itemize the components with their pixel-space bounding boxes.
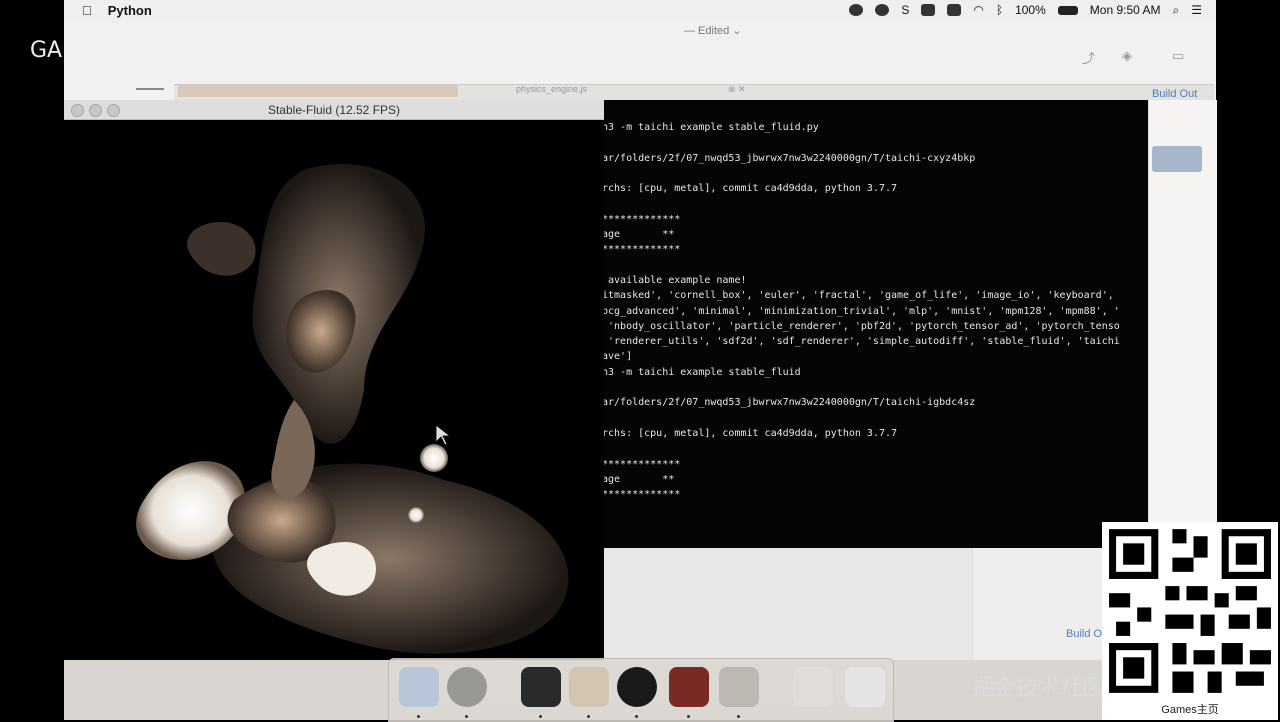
apple-menu-icon[interactable]:  [82,3,92,18]
qr-caption: Games主页 [1102,700,1278,720]
s-status-icon[interactable]: S [901,3,909,17]
running-indicator [417,715,420,718]
layout-icon[interactable]: ▭ [1172,48,1184,64]
terminal-line: ************* [602,489,681,501]
terminal-line: ar/folders/2f/07_nwqd53_jbwrwx7nw3w22400… [602,397,976,409]
app-menu-name[interactable]: Python [108,3,152,18]
terminal-line: ************* [602,244,681,256]
terminal-line: ************* [602,458,681,470]
terminal-icon[interactable] [521,667,561,707]
acrobat-icon[interactable] [669,667,709,707]
build-out-label-bottom[interactable]: Build O [1066,628,1102,640]
terminal-line: age ** [602,473,675,485]
camera-icon[interactable] [921,4,936,16]
left-black-margin [0,0,64,720]
terminal-line: ar/folders/2f/07_nwqd53_jbwrwx7nw3w22400… [602,152,976,164]
running-indicator [465,715,468,718]
cloud-status-icon[interactable] [875,4,890,16]
terminal-line: 'renderer_utils', 'sdf2d', 'sdf_renderer… [602,336,1120,348]
wifi-icon[interactable]: ◠ [973,3,983,17]
run-icon[interactable]: ◈ [1122,48,1132,64]
trash-icon[interactable] [845,667,885,707]
share-icon[interactable]: ⤴ [1082,48,1095,67]
fluid-glow-spot [420,444,448,472]
terminal-line: pcg_advanced', 'minimal', 'minimization_… [602,305,1120,317]
qr-code-image [1102,522,1278,700]
terminal-window[interactable]: n3 -m taichi example stable_fluid.py ar/… [596,100,1148,548]
terminal-line: rchs: [cpu, metal], commit ca4d9dda, pyt… [602,427,898,439]
running-indicator [635,715,638,718]
editor-window: — Edited ⌄ ⤴ ◈ ▭ physics_engine.js ⊗ ✕ [64,20,1216,101]
menubar:  Python S ◠ ᛒ 100% Mon 9:50 AM ⌕ ☰ [64,0,1216,21]
terminal-line: rchs: [cpu, metal], commit ca4d9dda, pyt… [602,183,898,195]
menubar-clock[interactable]: Mon 9:50 AM [1090,3,1161,17]
rocket-icon[interactable] [719,667,759,707]
terminal-line: 'nbody_oscillator', 'particle_renderer',… [602,320,1120,332]
tab-close-icon[interactable]: ⊗ ✕ [728,84,746,95]
terminal-line: ave'] [602,351,633,363]
terminal-line: itmasked', 'cornell_box', 'euler', 'frac… [602,290,1114,302]
overlay-label: GA [30,38,63,63]
battery-percent[interactable]: 100% [1015,3,1046,17]
stable-fluid-window[interactable]: Stable-Fluid (12.52 FPS) [64,100,604,660]
battery-icon[interactable] [1057,5,1078,15]
build-out-label-top[interactable]: Build Out [1152,88,1197,100]
editor-active-tab[interactable] [178,85,458,97]
terminal-output: n3 -m taichi example stable_fluid.py ar/… [602,120,1120,502]
safari-icon[interactable] [447,667,487,707]
notification-center-icon[interactable]: ☰ [1191,3,1202,17]
running-indicator [587,715,590,718]
terminal-line: n3 -m taichi example stable_fluid.py [602,122,819,133]
running-indicator [539,715,542,718]
finder-icon[interactable] [399,667,439,707]
lower-panel-section [604,548,973,660]
dock [388,658,894,722]
fluid-window-title: Stable-Fluid (12.52 FPS) [267,103,401,117]
menubar-status-area: S ◠ ᛒ 100% Mon 9:50 AM ⌕ ☰ [849,3,1216,18]
terminal-line: ************* [602,213,681,225]
airplay-icon[interactable] [947,4,962,16]
running-indicator [737,715,740,718]
terminal-line: available example name! [602,274,747,286]
keynote-icon[interactable] [569,667,609,707]
terminal-line: n3 -m taichi example stable_fluid [602,366,801,378]
fluid-window-titlebar[interactable]: Stable-Fluid (12.52 FPS) [64,100,604,120]
spotlight-search-icon[interactable]: ⌕ [1173,3,1180,18]
terminal-line: age ** [602,229,675,241]
panel-blue-button[interactable] [1152,146,1202,172]
editor-tab-name[interactable]: physics_engine.js [516,84,587,94]
tab-indicator [136,88,164,90]
bluetooth-icon[interactable]: ᛒ [996,3,1003,17]
editor-title: — Edited ⌄ [684,25,742,37]
running-indicator [687,715,690,718]
fluid-glow-spot-small [408,507,424,523]
fluid-simulation-canvas[interactable] [64,120,604,660]
obs-icon[interactable] [617,667,657,707]
folder-icon[interactable] [793,667,833,707]
obs-status-icon[interactable] [849,4,864,16]
